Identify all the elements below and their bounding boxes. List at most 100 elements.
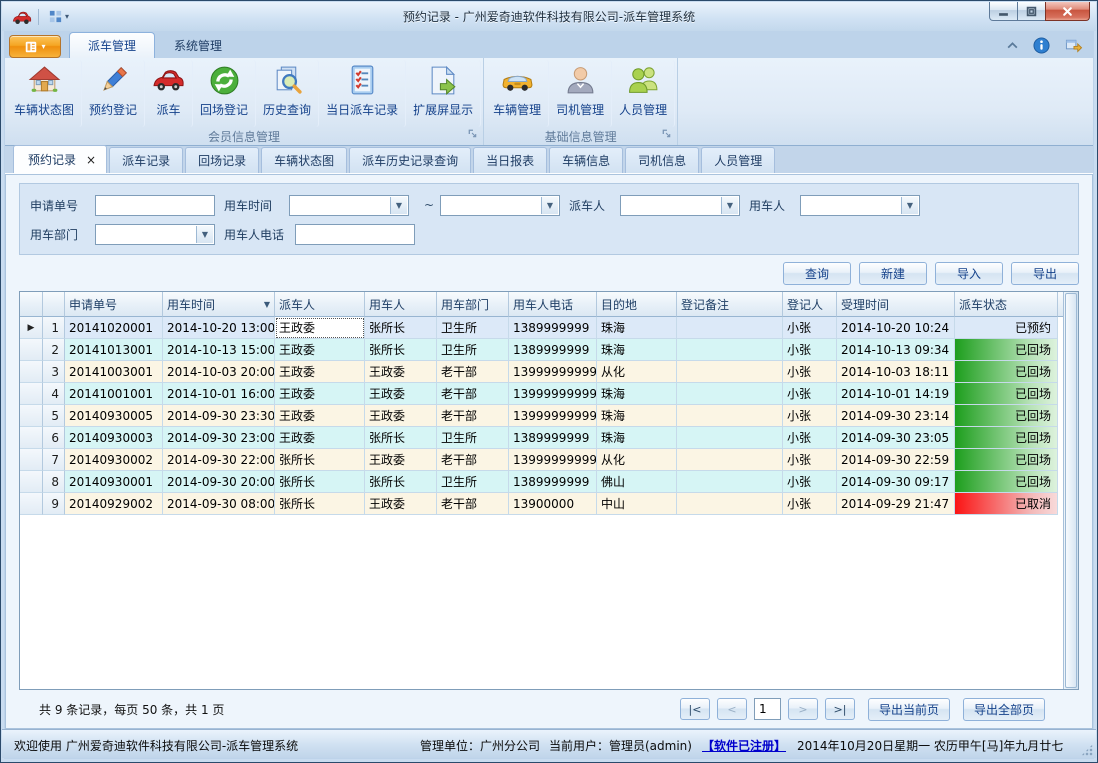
cell-note[interactable] [677, 449, 783, 471]
switch-window-button[interactable] [1064, 37, 1083, 54]
cell-accept_time[interactable]: 2014-10-20 10:24 [837, 317, 955, 339]
cell-dest[interactable]: 中山 [597, 493, 677, 515]
import-button[interactable]: 导入 [935, 262, 1003, 285]
table-row[interactable]: 2201410130012014-10-13 15:00王政委张所长卫生所138… [20, 339, 1063, 361]
vertical-scrollbar[interactable] [1063, 292, 1078, 689]
ribbon-tab-system-management[interactable]: 系统管理 [155, 32, 241, 58]
cell-order_no[interactable]: 20140930002 [65, 449, 163, 471]
column-header-status[interactable]: 派车状态 [955, 292, 1058, 317]
cell-dest[interactable]: 珠海 [597, 405, 677, 427]
ribbon-button-dispatch[interactable]: 派车 [145, 60, 193, 127]
cell-registrar[interactable]: 小张 [783, 427, 837, 449]
cell-dept[interactable]: 老干部 [437, 449, 509, 471]
filter-combo-car-user[interactable]: ▼ [800, 195, 920, 216]
doc-tab-vehicle-info[interactable]: 车辆信息 [549, 147, 623, 173]
cell-dept[interactable]: 老干部 [437, 493, 509, 515]
maximize-button[interactable] [1017, 2, 1046, 21]
cell-dispatcher[interactable]: 王政委 [275, 427, 365, 449]
ribbon-button-driver-management[interactable]: 司机管理 [549, 60, 612, 127]
cell-num[interactable]: 5 [43, 405, 65, 427]
cell-phone[interactable]: 13999999999 [509, 405, 597, 427]
scrollbar-thumb[interactable] [1065, 293, 1077, 688]
doc-tab-personnel-management[interactable]: 人员管理 [701, 147, 775, 173]
collapse-ribbon-button[interactable] [1006, 41, 1019, 50]
cell-indicator[interactable] [20, 471, 43, 493]
cell-dispatcher[interactable]: 王政委 [275, 361, 365, 383]
cell-user[interactable]: 王政委 [365, 361, 437, 383]
cell-indicator[interactable] [20, 493, 43, 515]
cell-registrar[interactable]: 小张 [783, 449, 837, 471]
filter-input-order-no[interactable] [95, 195, 215, 216]
cell-status[interactable]: 已回场 [955, 339, 1058, 361]
cell-accept_time[interactable]: 2014-09-30 23:14 [837, 405, 955, 427]
cell-num[interactable]: 4 [43, 383, 65, 405]
cell-num[interactable]: 3 [43, 361, 65, 383]
doc-tab-reservation-records[interactable]: 预约记录× [13, 145, 107, 173]
cell-indicator[interactable] [20, 405, 43, 427]
export-button[interactable]: 导出 [1011, 262, 1079, 285]
cell-user[interactable]: 张所长 [365, 317, 437, 339]
cell-status[interactable]: 已回场 [955, 361, 1058, 383]
cell-dispatcher[interactable]: 张所长 [275, 449, 365, 471]
dialog-launcher-icon[interactable] [467, 128, 478, 142]
cell-use_time[interactable]: 2014-10-13 15:00 [163, 339, 275, 361]
table-row[interactable]: 4201410010012014-10-01 16:00王政委王政委老干部139… [20, 383, 1063, 405]
cell-dest[interactable]: 珠海 [597, 383, 677, 405]
chevron-down-icon[interactable]: ▼ [541, 197, 558, 214]
chevron-down-icon[interactable]: ▼ [901, 197, 918, 214]
cell-dept[interactable]: 卫生所 [437, 471, 509, 493]
cell-accept_time[interactable]: 2014-09-30 22:59 [837, 449, 955, 471]
cell-use_time[interactable]: 2014-09-30 23:00 [163, 427, 275, 449]
cell-accept_time[interactable]: 2014-10-13 09:34 [837, 339, 955, 361]
cell-dest[interactable]: 珠海 [597, 427, 677, 449]
cell-phone[interactable]: 13999999999 [509, 383, 597, 405]
cell-num[interactable]: 6 [43, 427, 65, 449]
cell-dispatcher[interactable]: 王政委 [275, 383, 365, 405]
dialog-launcher-icon[interactable] [661, 128, 672, 142]
cell-use_time[interactable]: 2014-10-01 16:00 [163, 383, 275, 405]
table-row[interactable]: 3201410030012014-10-03 20:00王政委王政委老干部139… [20, 361, 1063, 383]
chevron-down-icon[interactable]: ▼ [721, 197, 738, 214]
cell-user[interactable]: 王政委 [365, 405, 437, 427]
cell-use_time[interactable]: 2014-09-30 08:00 [163, 493, 275, 515]
cell-dept[interactable]: 卫生所 [437, 427, 509, 449]
cell-indicator[interactable] [20, 449, 43, 471]
cell-phone[interactable]: 1389999999 [509, 339, 597, 361]
column-header-dept[interactable]: 用车部门 [437, 292, 509, 317]
cell-accept_time[interactable]: 2014-10-01 14:19 [837, 383, 955, 405]
cell-phone[interactable]: 13999999999 [509, 449, 597, 471]
ribbon-button-personnel-management[interactable]: 人员管理 [612, 60, 675, 127]
cell-dest[interactable]: 珠海 [597, 317, 677, 339]
cell-phone[interactable]: 13999999999 [509, 361, 597, 383]
cell-note[interactable] [677, 405, 783, 427]
cell-use_time[interactable]: 2014-09-30 20:00 [163, 471, 275, 493]
export-all-pages-button[interactable]: 导出全部页 [963, 698, 1045, 721]
page-number-input[interactable] [754, 698, 781, 720]
cell-status[interactable]: 已回场 [955, 405, 1058, 427]
cell-status[interactable]: 已回场 [955, 383, 1058, 405]
doc-tab-dispatch-records[interactable]: 派车记录 [109, 147, 183, 173]
cell-use_time[interactable]: 2014-09-30 23:30 [163, 405, 275, 427]
cell-status[interactable]: 已回场 [955, 427, 1058, 449]
cell-dept[interactable]: 老干部 [437, 405, 509, 427]
cell-user[interactable]: 张所长 [365, 427, 437, 449]
chevron-down-icon[interactable]: ▼ [196, 226, 213, 243]
cell-order_no[interactable]: 20141013001 [65, 339, 163, 361]
doc-tab-dispatch-history-query[interactable]: 派车历史记录查询 [349, 147, 471, 173]
column-header-num[interactable] [43, 292, 65, 317]
ribbon-tab-dispatch-management[interactable]: 派车管理 [69, 32, 155, 58]
cell-dest[interactable]: 佛山 [597, 471, 677, 493]
ribbon-button-history-query[interactable]: 历史查询 [256, 60, 319, 127]
prev-page-button[interactable]: < [717, 698, 747, 720]
filter-combo-department[interactable]: ▼ [95, 224, 215, 245]
quick-access-toolbar-button[interactable]: ▾ [45, 8, 72, 25]
cell-note[interactable] [677, 317, 783, 339]
cell-num[interactable]: 8 [43, 471, 65, 493]
cell-dispatcher[interactable]: 王政委 [275, 339, 365, 361]
cell-accept_time[interactable]: 2014-10-03 18:11 [837, 361, 955, 383]
cell-dest[interactable]: 从化 [597, 361, 677, 383]
cell-num[interactable]: 1 [43, 317, 65, 339]
doc-tab-daily-report[interactable]: 当日报表 [473, 147, 547, 173]
application-menu-button[interactable]: ▾ [9, 35, 61, 58]
filter-input-user-phone[interactable] [295, 224, 415, 245]
